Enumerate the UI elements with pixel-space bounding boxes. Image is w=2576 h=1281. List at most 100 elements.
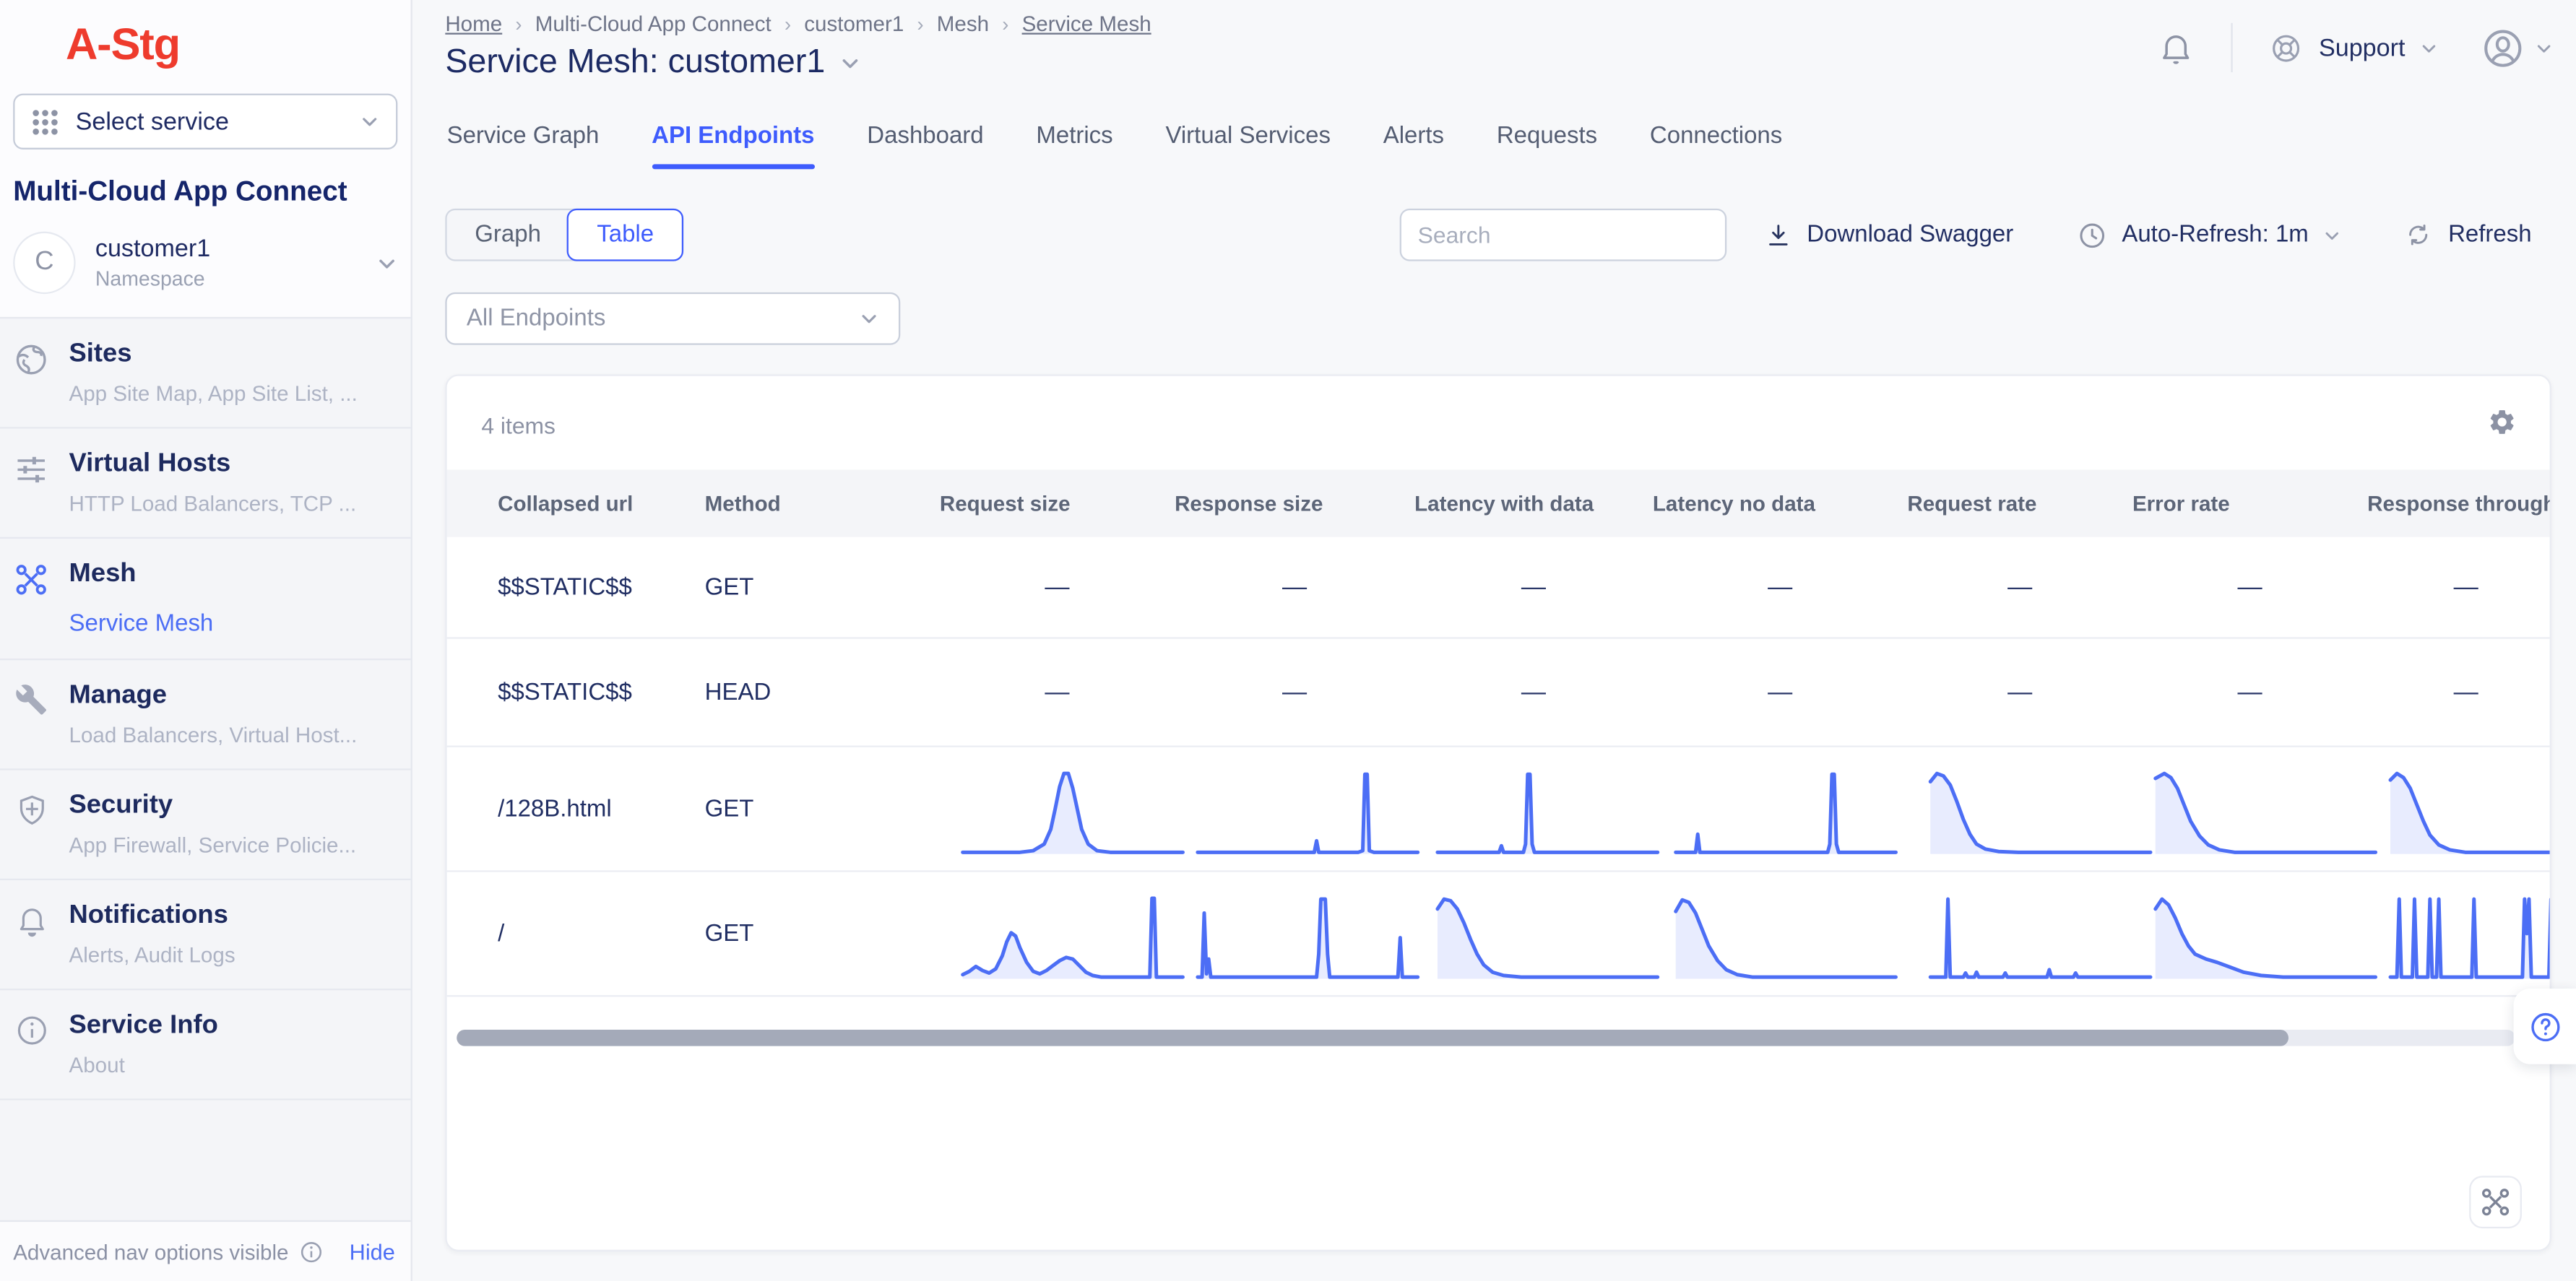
endpoints-table-card: 4 items Collapsed url Method Request siz… [445,375,2551,1251]
table-view-button[interactable]: Table [567,209,683,261]
sidebar-item-security[interactable]: Security App Firewall, Service Policie..… [0,770,411,880]
cell-response-throughput: — [2367,639,2551,746]
mesh-icon [13,560,49,638]
breadcrumb-customer1[interactable]: customer1 [804,12,904,36]
cell-request-size: — [940,639,1175,746]
sparkline-chart [2390,890,2551,986]
horizontal-scrollbar[interactable] [457,1030,2515,1046]
chevron-down-icon[interactable] [840,52,862,74]
column-header[interactable]: Response size [1175,491,1414,516]
tab-api-endpoints[interactable]: API Endpoints [652,123,814,170]
table-row[interactable]: /128B.html GET [447,747,2550,872]
sidebar-item-description: Load Balancers, Virtual Host... [69,723,358,747]
chevron-down-icon [2535,38,2553,56]
sidebar-item-virtual-hosts[interactable]: Virtual Hosts HTTP Load Balancers, TCP .… [0,429,411,539]
namespace-selector[interactable]: C customer1 Namespace [13,232,397,294]
chevron-down-icon [2420,38,2438,56]
info-icon [298,1239,323,1264]
table-row[interactable]: / GET [447,872,2550,997]
sidebar-item-manage[interactable]: Manage Load Balancers, Virtual Host... [0,660,411,770]
breadcrumb-separator: › [785,12,791,35]
graph-view-button[interactable]: Graph [447,210,569,259]
cell-latency-no-data: — [1653,537,1908,638]
cell-latency-with-data: — [1414,639,1653,746]
column-header[interactable]: Latency with data [1414,491,1653,516]
breadcrumb-separator: › [1002,12,1008,35]
tab-connections[interactable]: Connections [1650,123,1782,170]
breadcrumb-service-mesh[interactable]: Service Mesh [1022,12,1151,36]
sliders-icon [13,450,49,516]
column-header[interactable]: Error rate [2132,491,2367,516]
table-header-row: Collapsed url Method Request size Respon… [447,469,2550,537]
tab-alerts[interactable]: Alerts [1383,123,1444,170]
sidebar-sublink-service-mesh[interactable]: Service Mesh [69,611,214,637]
app-logo[interactable]: A-Stg [66,19,411,71]
breadcrumb: Home › Multi-Cloud App Connect › custome… [445,12,1151,36]
column-header[interactable]: Request size [940,491,1175,516]
sparkline-chart [963,890,1183,986]
chevron-down-icon [376,252,398,274]
help-button[interactable] [2514,989,2576,1064]
column-header[interactable]: Method [705,491,940,516]
sidebar-item-sites[interactable]: Sites App Site Map, App Site List, ... [0,318,411,428]
sidebar-item-label: Service Info [69,1012,218,1041]
table-row[interactable]: $$STATIC$$ GET — — — — — — — [447,537,2550,639]
sidebar-item-service-info[interactable]: Service Info About [0,990,411,1100]
breadcrumb-multi-cloud-app-connect[interactable]: Multi-Cloud App Connect [535,12,771,36]
sparkline-chart [1676,765,1896,861]
breadcrumb-home[interactable]: Home [445,12,502,36]
info-icon [13,1012,49,1077]
user-menu[interactable] [2481,25,2553,69]
cell-error-rate [2132,872,2367,996]
sidebar-nav: Sites App Site Map, App Site List, ... V… [0,317,411,1220]
support-label: Support [2319,34,2406,62]
refresh-label: Refresh [2448,222,2531,248]
sidebar-item-label: Virtual Hosts [69,450,357,479]
auto-refresh-dropdown[interactable]: Auto-Refresh: 1m [2076,220,2342,251]
column-header[interactable]: Collapsed url [498,491,705,516]
help-icon [2528,1009,2563,1044]
download-swagger-button[interactable]: Download Swagger [1764,221,2013,249]
gear-icon[interactable] [2487,407,2517,445]
breadcrumb-mesh[interactable]: Mesh [937,12,989,36]
cell-response-throughput [2367,747,2551,871]
notification-bell-icon[interactable] [2158,29,2195,66]
tab-bar: Service Graph API Endpoints Dashboard Me… [447,123,1783,170]
column-header[interactable]: Response throughput [2367,491,2551,516]
tab-dashboard[interactable]: Dashboard [867,123,983,170]
refresh-button[interactable]: Refresh [2404,220,2532,250]
select-service-dropdown[interactable]: Select service [13,94,397,149]
column-header[interactable]: Latency no data [1653,491,1908,516]
cell-response-throughput: — [2367,537,2551,638]
sparkline-chart [1198,890,1418,986]
tab-metrics[interactable]: Metrics [1036,123,1112,170]
cell-method: GET [705,574,940,600]
expand-mesh-button[interactable] [2469,1176,2522,1228]
column-header[interactable]: Request rate [1907,491,2132,516]
cell-latency-no-data [1653,747,1908,871]
sidebar-item-label: Mesh [69,560,214,590]
select-service-label: Select service [76,108,360,136]
namespace-avatar: C [13,232,75,294]
table-row[interactable]: $$STATIC$$ HEAD — — — — — — — [447,639,2550,747]
toolbar-actions: Download Swagger Auto-Refresh: 1m Refre [1764,209,2531,261]
tab-service-graph[interactable]: Service Graph [447,123,600,170]
globe-icon [13,340,49,406]
apps-grid-icon [31,108,59,136]
sidebar-spacer [0,1100,411,1220]
sidebar-item-notifications[interactable]: Notifications Alerts, Audit Logs [0,880,411,990]
tab-virtual-services[interactable]: Virtual Services [1165,123,1330,170]
divider [2231,23,2233,72]
endpoint-filter-select[interactable]: All Endpoints [445,292,900,345]
sidebar-item-mesh[interactable]: Mesh Service Mesh [0,539,411,660]
hide-advanced-nav-link[interactable]: Hide [350,1239,395,1264]
support-menu[interactable]: Support [2270,30,2438,65]
clock-icon [2076,220,2107,251]
scrollbar-thumb[interactable] [457,1030,2288,1046]
cell-latency-no-data [1653,872,1908,996]
tab-requests[interactable]: Requests [1497,123,1597,170]
search-input[interactable] [1400,209,1727,261]
sidebar-item-description: App Site Map, App Site List, ... [69,381,358,406]
view-toggle: Graph Table [445,209,683,261]
refresh-icon [2404,220,2434,250]
